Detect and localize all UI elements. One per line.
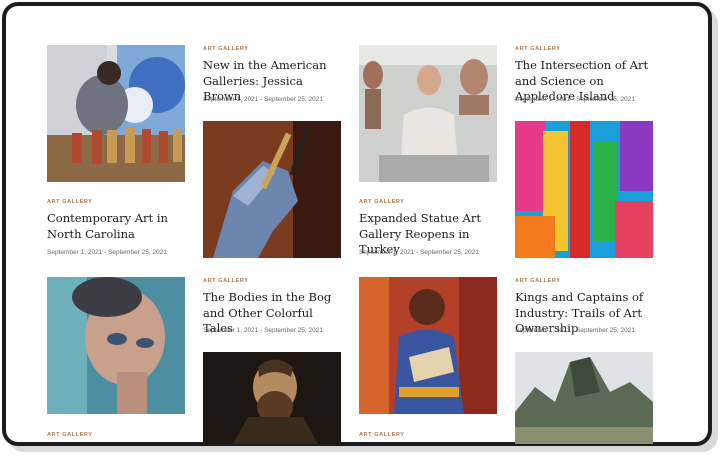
- card-tag[interactable]: Art Gallery: [47, 199, 93, 205]
- card-tag[interactable]: Art Gallery: [359, 199, 405, 205]
- thumbnail-mountain-ruins[interactable]: [515, 352, 653, 444]
- card-tag[interactable]: Art Gallery: [515, 46, 561, 52]
- card-date: September 1, 2021 - September 25, 2021: [515, 327, 635, 334]
- card-date: September 1, 2021 - September 25, 2021: [359, 249, 479, 256]
- thumbnail-hand-with-brush[interactable]: [203, 121, 341, 258]
- card-tag[interactable]: Art Gallery: [359, 432, 405, 438]
- thumbnail-woman-reading-painting[interactable]: [359, 277, 497, 414]
- card-title[interactable]: Contemporary Art in North Carolina: [47, 211, 187, 242]
- card-date: September 1, 2021 - September 25, 2021: [515, 96, 635, 103]
- thumbnail-abstract-colorful-painting[interactable]: [515, 121, 653, 258]
- card-tag[interactable]: Art Gallery: [47, 432, 93, 438]
- card-date: September 1, 2021 - September 25, 2021: [47, 249, 167, 256]
- thumbnail-dark-old-portrait[interactable]: [203, 352, 341, 444]
- card-tag[interactable]: Art Gallery: [515, 278, 561, 284]
- thumbnail-portrait-painting[interactable]: [47, 277, 185, 414]
- card-date: September 1, 2021 - September 25, 2021: [203, 327, 323, 334]
- thumbnail-sculptor-with-busts[interactable]: [359, 45, 497, 182]
- thumbnail-painter-studio[interactable]: [47, 45, 185, 182]
- card-tag[interactable]: Art Gallery: [203, 278, 249, 284]
- card-tag[interactable]: Art Gallery: [203, 46, 249, 52]
- card-date: September 1, 2021 - September 25, 2021: [203, 96, 323, 103]
